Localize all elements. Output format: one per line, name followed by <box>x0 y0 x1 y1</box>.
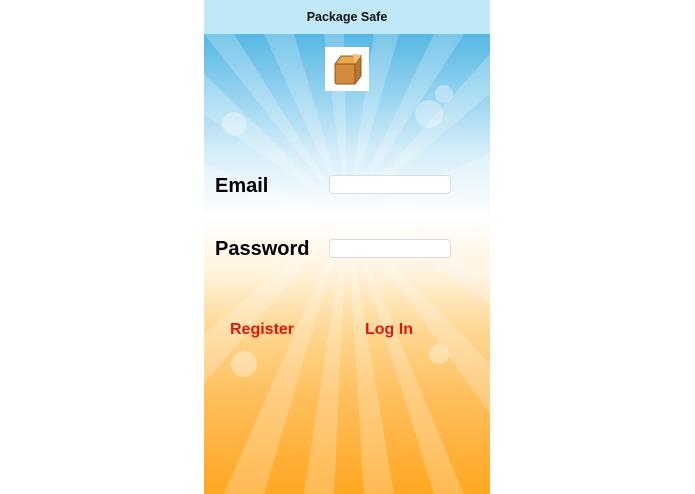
login-button[interactable]: Log In <box>365 321 413 339</box>
email-field[interactable] <box>329 175 451 194</box>
register-button[interactable]: Register <box>230 321 294 339</box>
app-logo <box>325 47 369 91</box>
email-label: Email <box>215 175 269 197</box>
package-box-icon <box>334 53 362 86</box>
app-screen: Package Safe Email Password Register Log… <box>204 0 490 494</box>
login-content: Email Password Register Log In <box>204 0 490 494</box>
password-label: Password <box>215 238 310 260</box>
password-field[interactable] <box>329 239 451 258</box>
